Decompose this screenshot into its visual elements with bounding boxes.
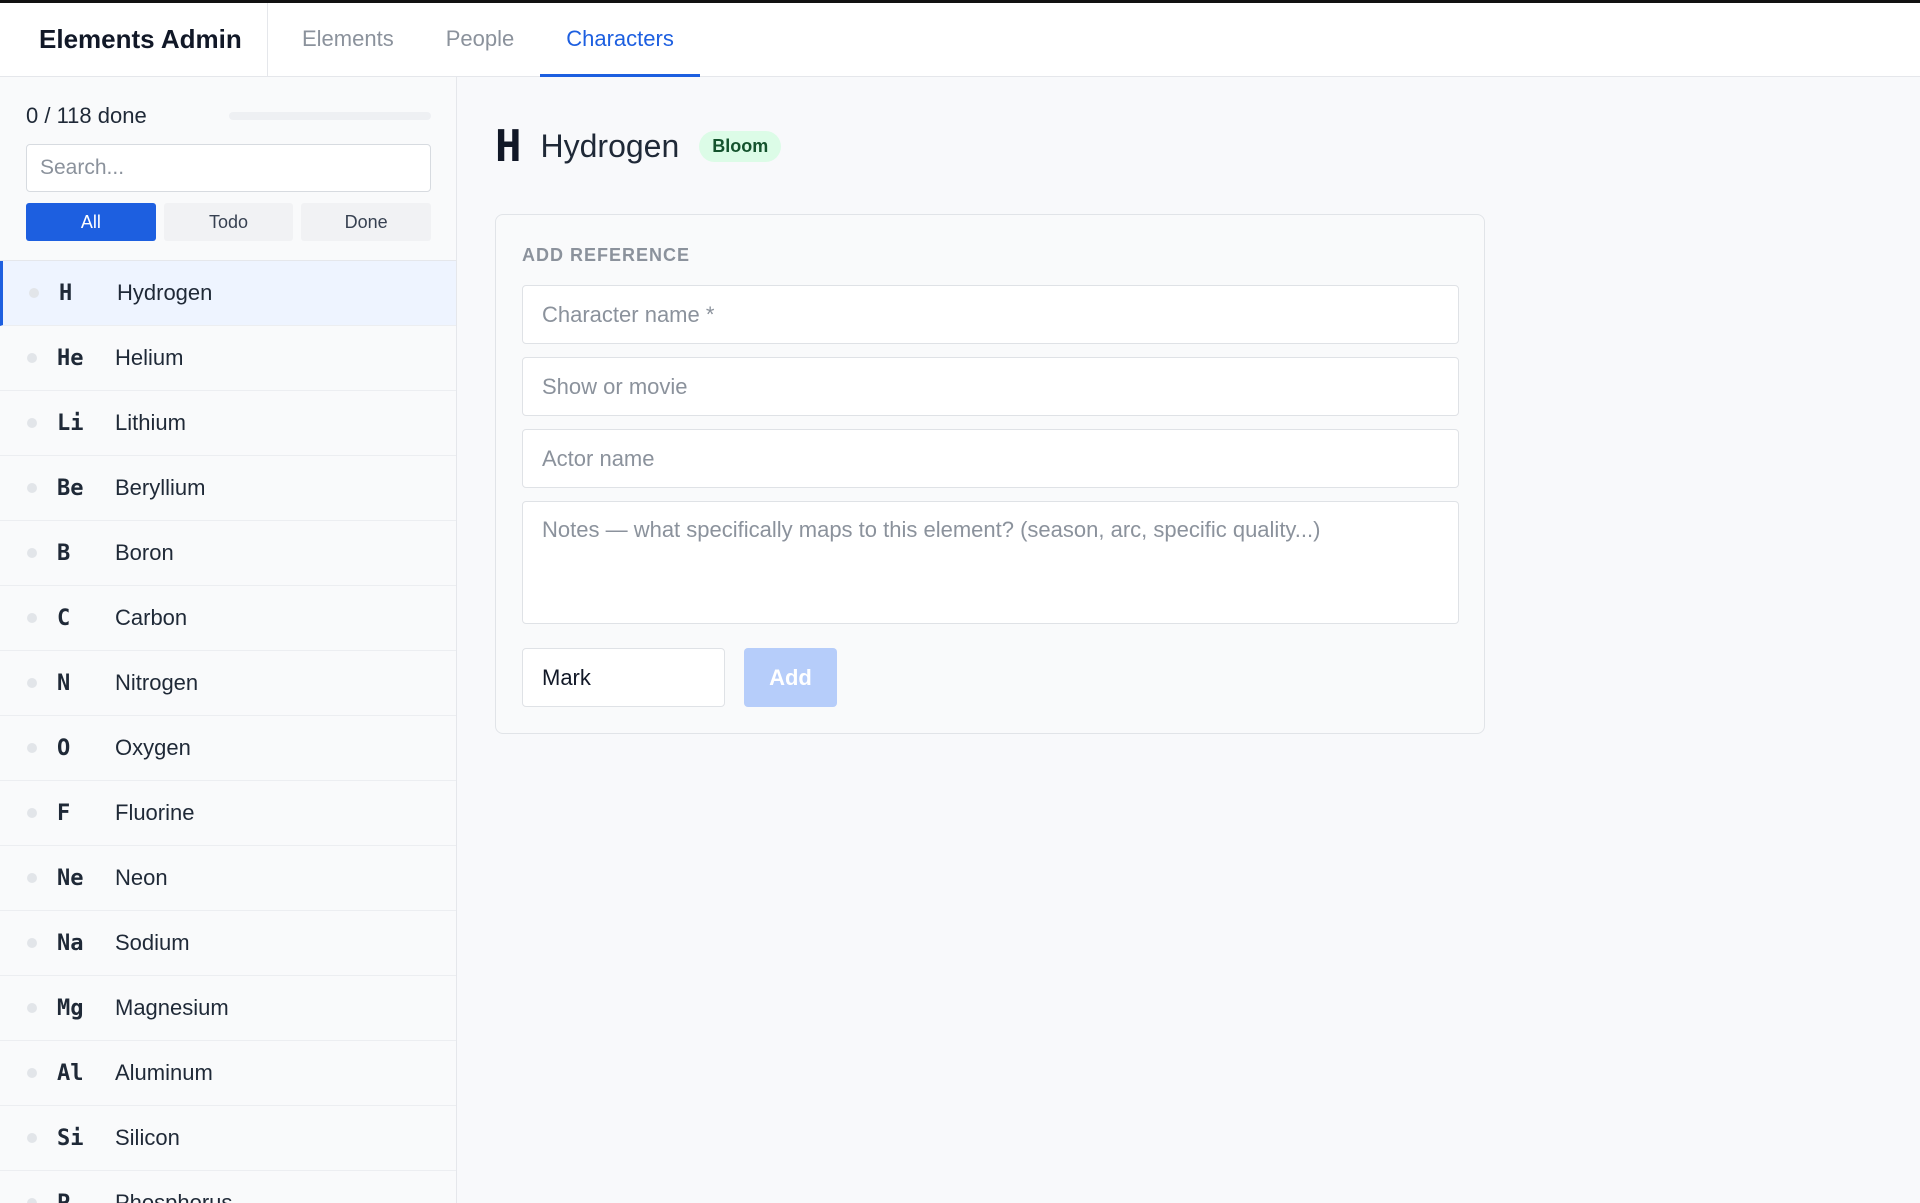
element-symbol: Be (57, 475, 84, 501)
list-item[interactable]: H Hydrogen (0, 261, 456, 326)
list-item[interactable]: P Phosphorus (0, 1171, 456, 1203)
element-header: H Hydrogen Bloom (495, 121, 782, 172)
status-dot (27, 678, 37, 688)
element-list: H Hydrogen He Helium Li Lithium Be Beryllium… (0, 260, 456, 1203)
element-name: Carbon (115, 605, 188, 630)
filter-all-button[interactable]: All (26, 203, 156, 241)
element-name: Oxygen (115, 735, 191, 760)
status-dot (27, 483, 37, 493)
element-symbol: C (57, 605, 71, 631)
status-dot (27, 808, 37, 818)
element-name: Sodium (115, 930, 190, 955)
list-item[interactable]: C Carbon (0, 586, 456, 651)
list-item[interactable]: O Oxygen (0, 716, 456, 781)
element-symbol: F (57, 800, 71, 826)
status-dot (27, 1003, 37, 1013)
show-or-movie-input[interactable] (522, 357, 1459, 416)
page-title: Hydrogen (540, 128, 680, 164)
status-dot (27, 353, 37, 363)
status-dot (27, 548, 37, 558)
element-name: Beryllium (115, 475, 206, 500)
list-item[interactable]: Si Silicon (0, 1106, 456, 1171)
element-name: Helium (115, 345, 184, 370)
status-dot (27, 613, 37, 623)
add-reference-card: ADD REFERENCE Mark Add (495, 214, 1485, 734)
element-symbol: P (57, 1190, 71, 1203)
main-panel: H Hydrogen Bloom ADD REFERENCE Mark Add (457, 77, 1920, 1203)
nav-tabs: Elements People Characters (268, 3, 700, 77)
list-item[interactable]: Mg Magnesium (0, 976, 456, 1041)
app-root: Elements Admin Elements People Character… (0, 0, 1920, 1203)
status-dot (27, 938, 37, 948)
element-symbol: Si (57, 1125, 84, 1151)
status-dot (27, 418, 37, 428)
element-name: Lithium (115, 410, 186, 435)
element-symbol: Mg (57, 995, 84, 1021)
status-dot (27, 873, 37, 883)
notes-textarea[interactable] (522, 501, 1459, 624)
list-item[interactable]: Al Aluminum (0, 1041, 456, 1106)
add-button[interactable]: Add (744, 648, 837, 707)
search-input[interactable] (26, 144, 431, 192)
element-symbol-large: H (495, 121, 522, 172)
filter-done-button[interactable]: Done (301, 203, 432, 241)
list-item[interactable]: He Helium (0, 326, 456, 391)
element-name: Aluminum (115, 1060, 213, 1085)
sidebar: 0 / 118 done All Todo Done HHydrogen HeH… (0, 77, 457, 1203)
tab-people[interactable]: People (420, 3, 541, 77)
list-item[interactable]: Be Beryllium (0, 456, 456, 521)
person-select[interactable]: Mark (522, 648, 725, 707)
progress-row: 0 / 118 done (26, 101, 431, 131)
list-item[interactable]: Na Sodium (0, 911, 456, 976)
element-symbol: O (57, 735, 71, 761)
element-name: Phosphorus (115, 1190, 233, 1203)
element-name: Magnesium (115, 995, 229, 1020)
top-nav: Elements Admin Elements People Character… (0, 3, 1920, 77)
status-dot (27, 1068, 37, 1078)
element-name: Neon (115, 865, 168, 890)
element-symbol: Ne (57, 865, 84, 891)
filter-group: All Todo Done (26, 203, 432, 241)
element-name: Nitrogen (115, 670, 199, 695)
status-dot (27, 1198, 37, 1203)
element-symbol: N (57, 670, 71, 696)
character-name-input[interactable] (522, 285, 1459, 344)
element-name: Fluorine (115, 800, 195, 825)
element-name: Hydrogen (117, 280, 213, 305)
list-item[interactable]: Li Lithium (0, 391, 456, 456)
element-symbol: H (59, 280, 73, 306)
section-label: ADD REFERENCE (522, 245, 691, 265)
element-name: Silicon (115, 1125, 180, 1150)
tab-characters[interactable]: Characters (540, 3, 700, 77)
tab-elements[interactable]: Elements (276, 3, 420, 77)
element-symbol: Al (57, 1060, 84, 1086)
list-item[interactable]: Ne Neon (0, 846, 456, 911)
list-item[interactable]: N Nitrogen (0, 651, 456, 716)
progress-bar (229, 112, 431, 120)
element-symbol: B (57, 540, 71, 566)
element-symbol: Li (57, 410, 84, 436)
filter-todo-button[interactable]: Todo (163, 203, 294, 241)
status-dot (29, 288, 39, 298)
list-item[interactable]: F Fluorine (0, 781, 456, 846)
status-dot (27, 1133, 37, 1143)
status-badge: Bloom (699, 131, 782, 162)
actor-name-input[interactable] (522, 429, 1459, 488)
element-symbol: He (57, 345, 84, 371)
app-title: Elements Admin (0, 3, 268, 76)
element-symbol: Na (57, 930, 84, 956)
element-name: Boron (115, 540, 174, 565)
progress-text: 0 / 118 done (26, 103, 147, 128)
list-item[interactable]: B Boron (0, 521, 456, 586)
status-dot (27, 743, 37, 753)
